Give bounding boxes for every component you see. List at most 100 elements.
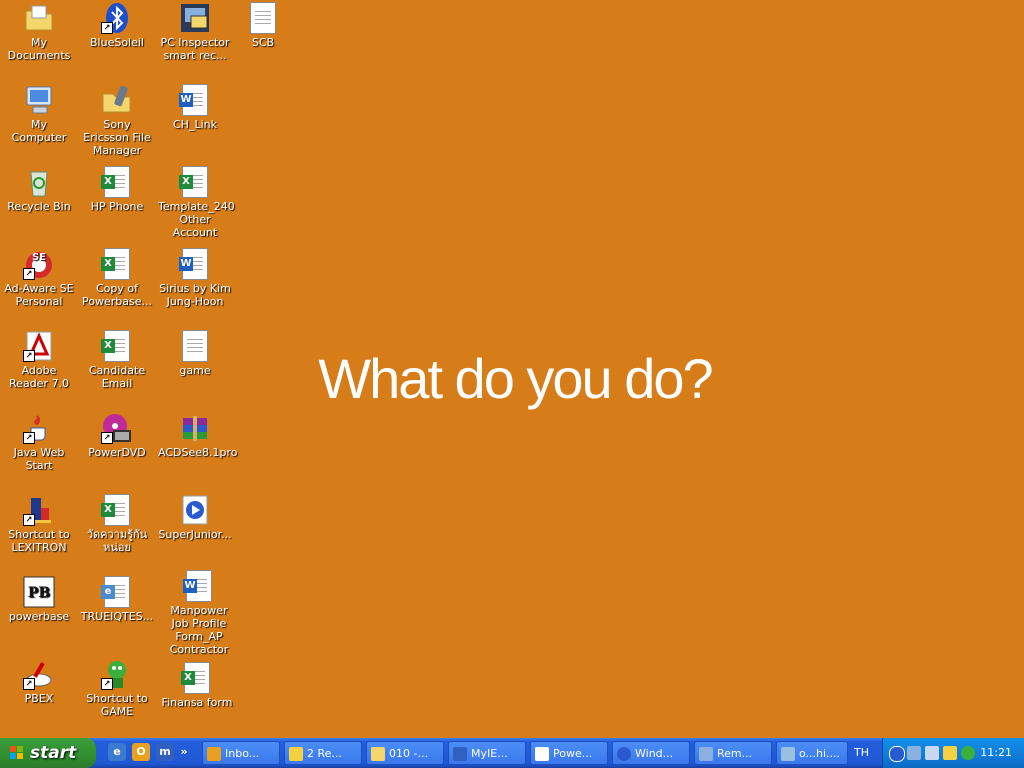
desktop-icon-finansa-form[interactable]: X Finansa form [158, 662, 236, 709]
messenger-icon [781, 747, 795, 761]
excel-file-icon: X [101, 166, 133, 198]
desktop-icon-java-web-start[interactable]: ↗ Java Web Start [0, 412, 78, 472]
myie-icon[interactable]: m [156, 743, 174, 761]
shortcut-arrow-icon: ↗ [101, 678, 113, 690]
desktop-icon-lexitron[interactable]: ↗ Shortcut to LEXITRON [0, 494, 78, 554]
desktop-icon-bluesoleil[interactable]: ↗ BlueSoleil [78, 2, 156, 49]
adobe-reader-icon: ↗ [23, 330, 55, 362]
desktop-icon-pbex[interactable]: ↗ PBEX [0, 658, 78, 705]
excel-file-icon: X [101, 248, 133, 280]
text-file-icon [179, 330, 211, 362]
taskbar-button-windows-media[interactable]: Wind... [612, 741, 690, 765]
taskbar-button-powerbase[interactable]: Powe... [530, 741, 608, 765]
desktop-icon-my-documents[interactable]: My Documents [0, 2, 78, 62]
desktop-icon-ch-link[interactable]: W CH_Link [156, 84, 234, 131]
desktop-icon-hp-phone[interactable]: X HP Phone [78, 166, 156, 213]
lexitron-icon: ↗ [23, 494, 55, 526]
desktop-icon-shortcut-to-game[interactable]: ↗ Shortcut to GAME [78, 658, 156, 718]
desktop-icon-superjunior[interactable]: SuperJunior... [156, 494, 234, 541]
clock[interactable]: 11:21 [980, 738, 1012, 768]
shortcut-arrow-icon: ↗ [101, 432, 113, 444]
desktop-icon-acdsee[interactable]: ACDSee8.1pro [156, 412, 238, 459]
desktop-icon-my-computer[interactable]: My Computer [0, 84, 78, 144]
taskbar-button-remote[interactable]: Rem... [694, 741, 772, 765]
desktop-icon-sirius[interactable]: W Sirius by Kim Jung-Hoon [156, 248, 234, 308]
excel-file-icon: X [181, 662, 213, 694]
winrar-archive-icon [179, 412, 211, 444]
desktop-icon-recycle-bin[interactable]: Recycle Bin [0, 166, 78, 213]
myie-icon [453, 747, 467, 761]
bluetooth-icon: ↗ [101, 2, 133, 34]
powerbase-icon [535, 747, 549, 761]
desktop-icon-sony-ericsson[interactable]: Sony Ericsson File Manager [78, 84, 156, 157]
shortcut-arrow-icon: ↗ [23, 350, 35, 362]
dvd-icon: ↗ [101, 412, 133, 444]
desktop-icon-game[interactable]: game [156, 330, 234, 377]
windows-flag-icon [10, 746, 24, 760]
desktop-icon-pc-inspector[interactable]: PC Inspector smart rec... [156, 2, 234, 62]
desktop-icon-powerbase[interactable]: PB powerbase [0, 576, 78, 623]
text-file-icon [247, 2, 279, 34]
media-player-icon [617, 747, 631, 761]
computer-icon [23, 84, 55, 116]
folder-icon [23, 2, 55, 34]
taskbar-button-folder[interactable]: 010 -... [366, 741, 444, 765]
folder-phone-icon [101, 84, 133, 116]
shortcut-arrow-icon: ↗ [23, 268, 35, 280]
desktop-icon-manpower-job-profile[interactable]: W Manpower Job Profile Form_AP Contracto… [160, 570, 238, 656]
desktop-icon-adobe-reader[interactable]: ↗ Adobe Reader 7.0 [0, 330, 78, 390]
network-icon[interactable] [907, 746, 921, 760]
bluetooth-tray-icon[interactable] [961, 746, 975, 760]
java-cup-icon: ↗ [23, 412, 55, 444]
pbex-icon: ↗ [23, 658, 55, 690]
desktop-icon-candidate-email[interactable]: X Candidate Email [78, 330, 156, 390]
desktop-icon-ad-aware[interactable]: SE ↗ Ad-Aware SE Personal [0, 248, 78, 308]
desktop: My Documents My Computer Recycle Bin SE … [0, 0, 1024, 736]
remote-desktop-icon [699, 747, 713, 761]
svg-text:PB: PB [28, 585, 51, 601]
desktop-icon-thai-quiz[interactable]: X วัดความรู้กันหน่อย [78, 494, 156, 554]
shortcut-arrow-icon: ↗ [23, 678, 35, 690]
desktop-icon-template-240[interactable]: X Template_240 Other Account [156, 166, 235, 239]
desktop-icon-powerdvd[interactable]: ↗ PowerDVD [78, 412, 156, 459]
taskbar: start e O m » Inbo... 2 Re... 010 -... M… [0, 738, 1024, 768]
ad-aware-icon: SE ↗ [23, 248, 55, 280]
quicklaunch-overflow-chevron[interactable]: » [178, 743, 190, 761]
word-file-icon: W [179, 248, 211, 280]
powerbase-icon: PB [23, 576, 55, 608]
document-icon: e [101, 576, 133, 608]
language-indicator[interactable]: TH [854, 738, 869, 768]
clock-app-icon[interactable] [943, 746, 957, 760]
start-button[interactable]: start [0, 738, 96, 768]
word-file-icon: W [179, 84, 211, 116]
wallpaper-slogan: What do you do? [318, 347, 713, 410]
excel-file-icon: X [101, 330, 133, 362]
desktop-icon-copy-of-powerbase[interactable]: X Copy of Powerbase... [78, 248, 156, 308]
internet-explorer-icon[interactable]: e [108, 743, 126, 761]
show-hidden-icons-chevron[interactable] [889, 746, 905, 762]
shortcut-arrow-icon: ↗ [23, 432, 35, 444]
svg-text:SE: SE [32, 252, 46, 263]
outlook-express-icon [207, 747, 221, 761]
network-connection-icon[interactable] [925, 746, 939, 760]
outlook-express-icon[interactable]: O [132, 743, 150, 761]
bell-icon [289, 747, 303, 761]
media-file-icon [179, 494, 211, 526]
excel-file-icon: X [101, 494, 133, 526]
quick-launch: e O m » [104, 743, 196, 763]
desktop-icon-trueiqtes[interactable]: e TRUEIQTES... [78, 576, 156, 623]
system-tray: 11:21 [882, 738, 1024, 768]
shortcut-arrow-icon: ↗ [23, 514, 35, 526]
folder-icon [371, 747, 385, 761]
pc-inspector-icon [179, 2, 211, 34]
taskbar-button-myie[interactable]: MyIE... [448, 741, 526, 765]
recycle-bin-icon [23, 166, 55, 198]
excel-file-icon: X [179, 166, 211, 198]
taskbar-button-inbox[interactable]: Inbo... [202, 741, 280, 765]
taskbar-button-reminders[interactable]: 2 Re... [284, 741, 362, 765]
game-character-icon: ↗ [101, 658, 133, 690]
word-file-icon: W [183, 570, 215, 602]
desktop-icon-scb[interactable]: SCB [224, 2, 302, 49]
shortcut-arrow-icon: ↗ [101, 22, 113, 34]
taskbar-button-messenger[interactable]: o...hi.... [776, 741, 848, 765]
